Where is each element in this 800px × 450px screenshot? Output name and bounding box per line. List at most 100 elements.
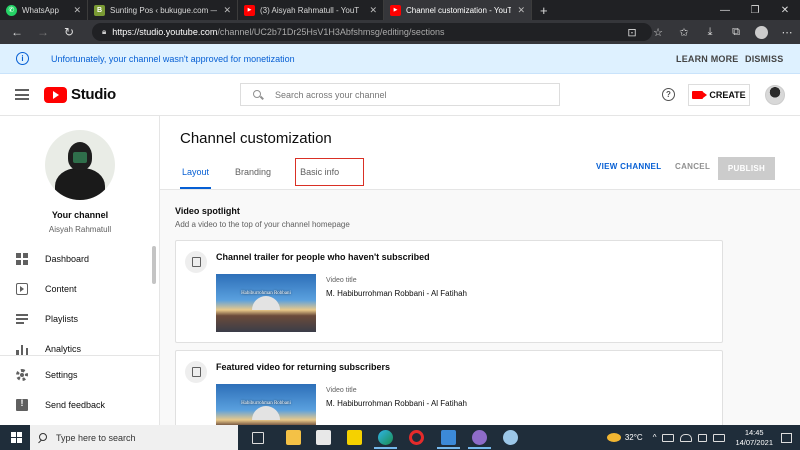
video-reel-icon bbox=[185, 251, 207, 273]
battery-icon[interactable] bbox=[662, 433, 675, 442]
sidebar-item-settings[interactable]: Settings bbox=[0, 364, 159, 386]
page-title: Channel customization bbox=[180, 130, 332, 147]
search-box[interactable] bbox=[240, 83, 560, 106]
minimize-icon[interactable]: — bbox=[710, 5, 740, 16]
section-description: Add a video to the top of your channel h… bbox=[175, 220, 350, 229]
profile-icon[interactable] bbox=[755, 25, 768, 39]
menu-icon[interactable] bbox=[15, 89, 29, 100]
feedback-icon bbox=[16, 398, 28, 411]
tab-layout[interactable]: Layout bbox=[180, 162, 212, 189]
sidebar-item-dashboard[interactable]: Dashboard bbox=[0, 248, 159, 270]
chevron-up-icon[interactable]: ^ bbox=[653, 433, 657, 442]
banner-message: Unfortunately, your channel wasn't appro… bbox=[51, 53, 295, 64]
app-icon[interactable] bbox=[503, 430, 518, 445]
content-icon bbox=[16, 283, 28, 295]
youtube-logo-icon bbox=[44, 86, 67, 103]
cancel-button[interactable]: CANCEL bbox=[675, 162, 710, 171]
weather-icon[interactable] bbox=[606, 433, 621, 442]
video-title-value: M. Habiburrohman Robbani - Al Fatihah bbox=[326, 289, 467, 298]
maximize-icon[interactable]: ❐ bbox=[740, 5, 770, 16]
favorites-icon[interactable]: ✩ bbox=[671, 26, 697, 39]
account-avatar[interactable] bbox=[765, 85, 785, 105]
view-channel-button[interactable]: VIEW CHANNEL bbox=[596, 162, 661, 171]
channel-avatar[interactable] bbox=[45, 130, 115, 200]
channel-name: Aisyah Rahmatull bbox=[48, 225, 112, 234]
learn-more-button[interactable]: LEARN MORE bbox=[676, 54, 739, 64]
collections-icon[interactable]: ⧉ bbox=[723, 26, 749, 39]
close-icon[interactable]: ✕ bbox=[511, 5, 525, 16]
clock[interactable]: 14:45 14/07/2021 bbox=[735, 428, 773, 448]
temperature[interactable]: 32°C bbox=[625, 433, 643, 442]
help-icon[interactable]: ? bbox=[662, 88, 675, 101]
main-content: Channel customization Layout Branding Ba… bbox=[160, 116, 800, 425]
sidebar-item-label: Settings bbox=[45, 370, 78, 380]
browser-tab-youtube[interactable]: ▶ (3) Aisyah Rahmatull - YouT ✕ bbox=[238, 0, 384, 20]
back-icon[interactable]: ← bbox=[4, 25, 30, 39]
volume-icon[interactable] bbox=[698, 433, 708, 442]
card-title: Featured video for returning subscribers bbox=[216, 362, 391, 372]
search-input[interactable] bbox=[275, 89, 545, 100]
video-reel-icon bbox=[185, 361, 207, 383]
sidebar: Your channel Aisyah Rahmatull Dashboard … bbox=[0, 116, 160, 425]
tab-branding[interactable]: Branding bbox=[233, 162, 273, 189]
create-button[interactable]: CREATE bbox=[688, 84, 750, 106]
sidebar-item-label: Dashboard bbox=[45, 254, 90, 264]
close-window-icon[interactable]: ✕ bbox=[770, 5, 800, 16]
sidebar-item-label: Send feedback bbox=[45, 400, 106, 410]
lock-icon: 🔒︎ bbox=[102, 27, 107, 36]
browser-tab-whatsapp[interactable]: ✆ WhatsApp ✕ bbox=[0, 0, 88, 20]
download-icon[interactable]: ⤓ bbox=[697, 26, 723, 39]
windows-taskbar: Type here to search 32°C ^ 14:45 14/07/2… bbox=[0, 425, 800, 450]
publish-button[interactable]: PUBLISH bbox=[718, 157, 775, 180]
notifications-icon[interactable] bbox=[781, 432, 792, 443]
keyboard-icon[interactable] bbox=[713, 433, 726, 442]
studio-header: Studio ? CREATE bbox=[0, 74, 800, 116]
new-tab-icon[interactable]: + bbox=[532, 3, 556, 18]
studio-logo[interactable]: Studio bbox=[44, 86, 116, 103]
photos-icon[interactable] bbox=[437, 430, 460, 449]
network-icon[interactable] bbox=[680, 433, 693, 442]
sidebar-item-label: Analytics bbox=[45, 344, 82, 354]
browser-tab-channel-customization[interactable]: ▶ Channel customization - YouTub ✕ bbox=[384, 0, 532, 20]
browser-tab-bukugue[interactable]: B Sunting Pos ‹ bukugue.com — W ✕ bbox=[88, 0, 238, 20]
paint-icon[interactable] bbox=[468, 430, 491, 449]
sidebar-item-analytics[interactable]: Analytics bbox=[0, 338, 159, 360]
search-icon bbox=[38, 432, 48, 443]
whatsapp-icon: ✆ bbox=[6, 4, 17, 16]
sticky-notes-icon[interactable] bbox=[347, 430, 362, 445]
opera-icon[interactable] bbox=[409, 430, 424, 445]
sidebar-divider bbox=[0, 355, 159, 356]
favorites-star-icon[interactable]: ☆ bbox=[645, 26, 671, 39]
video-thumbnail[interactable]: Habiburrohman Robbani bbox=[216, 274, 316, 332]
video-thumbnail[interactable]: Habiburrohman Robbani bbox=[216, 384, 316, 425]
edge-browser-icon[interactable] bbox=[374, 430, 397, 449]
close-icon[interactable]: ✕ bbox=[363, 5, 377, 16]
card-title: Channel trailer for people who haven't s… bbox=[216, 252, 430, 262]
tab-title: (3) Aisyah Rahmatull - YouT bbox=[260, 5, 360, 15]
taskbar-search-placeholder: Type here to search bbox=[56, 432, 136, 443]
sidebar-item-content[interactable]: Content bbox=[0, 278, 159, 300]
close-icon[interactable]: ✕ bbox=[67, 5, 81, 16]
customization-tabs: Layout Branding Basic info bbox=[180, 158, 386, 189]
tab-basic-info[interactable]: Basic info bbox=[295, 158, 365, 186]
channel-title: Your channel bbox=[51, 210, 109, 220]
search-icon bbox=[253, 89, 263, 100]
file-explorer-icon[interactable] bbox=[286, 430, 301, 445]
sidebar-item-send-feedback[interactable]: Send feedback bbox=[0, 394, 159, 416]
reading-mode-icon[interactable]: ⊡ bbox=[619, 26, 645, 39]
clock-date: 14/07/2021 bbox=[735, 437, 773, 447]
forward-icon[interactable]: → bbox=[30, 25, 56, 39]
windows-start-icon[interactable] bbox=[11, 432, 22, 443]
close-icon[interactable]: ✕ bbox=[217, 5, 231, 16]
browser-tab-bar: ✆ WhatsApp ✕ B Sunting Pos ‹ bukugue.com… bbox=[0, 0, 800, 20]
sidebar-scrollbar[interactable] bbox=[152, 246, 156, 284]
reload-icon[interactable]: ↻ bbox=[56, 25, 82, 39]
video-camera-icon bbox=[692, 91, 708, 99]
taskbar-search[interactable]: Type here to search bbox=[30, 425, 238, 450]
dismiss-button[interactable]: DISMISS bbox=[745, 54, 783, 64]
more-options-icon[interactable]: ⋯ bbox=[774, 26, 800, 39]
task-view-icon[interactable] bbox=[252, 432, 264, 444]
store-icon[interactable] bbox=[316, 430, 331, 445]
sidebar-item-playlists[interactable]: Playlists bbox=[0, 308, 159, 330]
url-input[interactable]: 🔒︎ https://studio.youtube.com/channel/UC… bbox=[92, 23, 652, 41]
